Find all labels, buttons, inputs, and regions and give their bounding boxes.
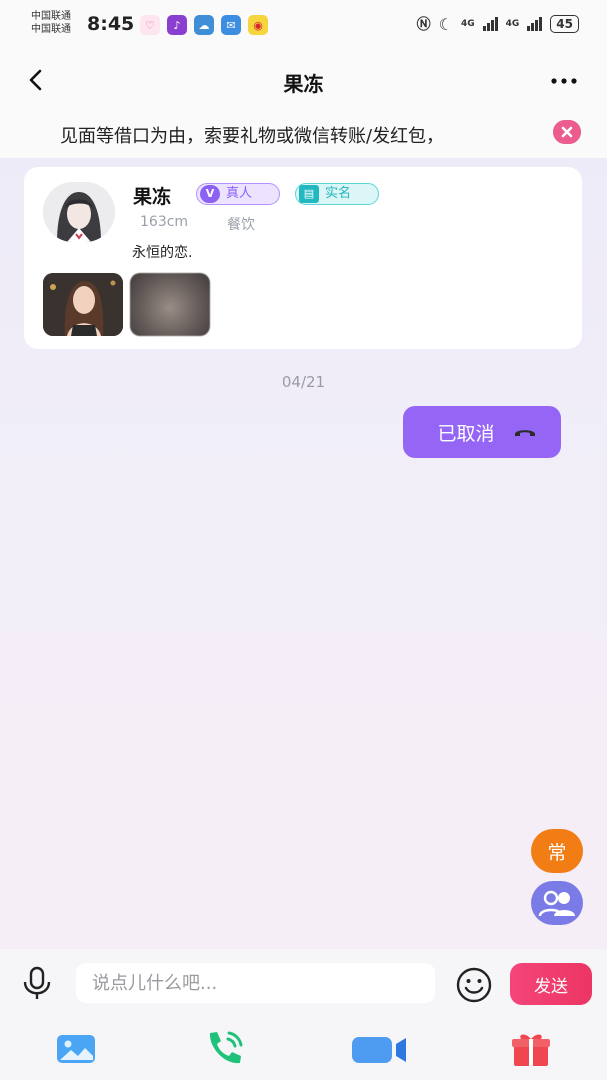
image-icon — [57, 1035, 95, 1063]
profile-height: 163cm — [140, 214, 189, 230]
chat-date: 04/21 — [281, 373, 326, 391]
voice-call-button[interactable] — [204, 1029, 248, 1069]
more-dots-icon[interactable] — [551, 78, 577, 84]
real-person-label: 真人 — [226, 186, 253, 201]
notice-text: 见面等借口为由，索要礼物或微信转账/发红包， — [60, 126, 445, 147]
app-message-icon: ✉ — [221, 15, 241, 35]
message-input[interactable] — [76, 963, 435, 1003]
microphone-icon[interactable] — [19, 965, 55, 1001]
network-label: 4G — [460, 19, 475, 29]
notification-icons: ♡ ♪ ☁ ✉ ◉ — [140, 15, 268, 35]
real-name-badge: ▤ 实名 — [295, 183, 379, 205]
avatar-image — [43, 182, 115, 242]
profile-card[interactable]: 果冻 V 真人 ▤ 实名 163cm 餐饮 永恒的恋. — [24, 167, 582, 349]
status-time: 8:45 — [87, 13, 135, 35]
send-button[interactable]: 发送 — [510, 963, 592, 1005]
profile-photo[interactable] — [130, 273, 210, 336]
app-weibo-icon: ◉ — [248, 15, 268, 35]
chat-header: 果冻 — [0, 52, 607, 110]
hangup-phone-icon — [514, 430, 535, 436]
common-phrases-button[interactable]: 常 — [531, 829, 583, 873]
page-title: 果冻 — [283, 72, 324, 96]
video-call-icon — [352, 1037, 406, 1063]
profile-name: 果冻 — [133, 186, 172, 208]
battery-icon: 45 — [550, 15, 579, 33]
app-weather-icon: ☁ — [194, 15, 214, 35]
voice-call-icon — [209, 1031, 243, 1064]
video-call-button[interactable] — [350, 1029, 408, 1069]
real-name-label: 实名 — [325, 186, 352, 201]
signal-icon — [482, 17, 498, 31]
close-icon[interactable] — [553, 120, 581, 144]
message-bubble[interactable]: 已取消 — [403, 406, 561, 458]
signal-icon — [527, 17, 543, 31]
users-icon — [538, 890, 575, 917]
profile-photo-image — [43, 273, 123, 336]
network-label: 4G — [505, 19, 520, 29]
app-music-icon: ♪ — [167, 15, 187, 35]
carrier-label: 中国联通 中国联通 — [31, 11, 71, 35]
profile-job: 餐饮 — [227, 217, 255, 233]
image-button[interactable] — [54, 1029, 98, 1069]
avatar[interactable] — [43, 182, 115, 242]
gift-icon — [512, 1034, 550, 1066]
nfc-icon: Ⓝ — [416, 17, 431, 33]
emoji-icon[interactable] — [455, 966, 493, 1004]
profile-bio: 永恒的恋. — [132, 245, 193, 261]
id-card-icon: ▤ — [299, 185, 319, 203]
verified-v-icon: V — [200, 185, 220, 203]
gift-button[interactable] — [509, 1029, 553, 1069]
bottom-toolbar — [0, 1019, 607, 1080]
input-bar: 发送 — [0, 949, 607, 1019]
safety-notice: 见面等借口为由，索要礼物或微信转账/发红包， — [0, 110, 607, 158]
profile-photo[interactable] — [43, 273, 123, 336]
system-icons: Ⓝ ☾ 4G 4G 45 — [417, 14, 579, 34]
moon-icon: ☾ — [438, 14, 453, 34]
message-text: 已取消 — [437, 422, 495, 445]
real-person-badge: V 真人 — [196, 183, 280, 205]
group-users-button[interactable] — [531, 881, 583, 925]
status-bar: 中国联通 中国联通 8:45 ♡ ♪ ☁ ✉ ◉ Ⓝ ☾ 4G 4G 45 — [0, 0, 607, 52]
app-heart-icon: ♡ — [140, 15, 160, 35]
